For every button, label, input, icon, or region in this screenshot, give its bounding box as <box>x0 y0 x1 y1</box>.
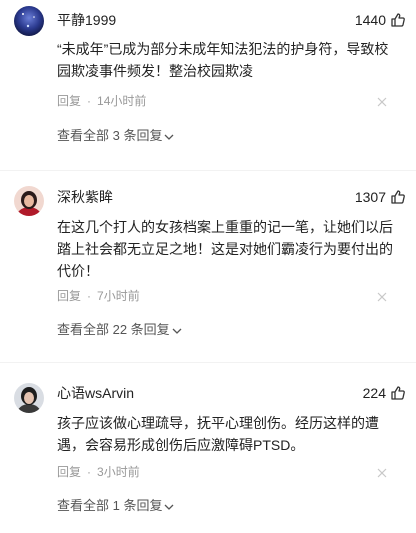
comment-meta: 回复 · 3小时前 <box>57 464 140 480</box>
chevron-down-icon <box>172 328 182 334</box>
comment-meta: 回复 · 7小时前 <box>57 288 140 304</box>
avatar[interactable] <box>14 186 44 216</box>
username[interactable]: 深秋紫眸 <box>57 187 113 207</box>
comment-item: 深秋紫眸 1307 在这几个打人的女孩档案上重重的记一笔，让她们以后踏上社会都无… <box>0 175 416 350</box>
view-replies-label: 查看全部 22 条回复 <box>57 322 170 337</box>
like-count: 1440 <box>354 12 386 28</box>
reply-button[interactable]: 回复 <box>57 289 81 303</box>
divider <box>0 170 416 171</box>
like-count: 224 <box>362 385 386 401</box>
view-replies-button[interactable]: 查看全部 22 条回复 <box>57 321 182 339</box>
close-icon[interactable] <box>377 292 387 302</box>
comment-item: 心语wsArvin 224 孩子应该做心理疏导，抚平心理创伤。经历这样的遭遇，会… <box>0 368 416 528</box>
reply-button[interactable]: 回复 <box>57 465 81 479</box>
avatar[interactable] <box>14 6 44 36</box>
chevron-down-icon <box>165 134 174 140</box>
avatar[interactable] <box>14 383 44 413</box>
comment-meta: 回复 · 14小时前 <box>57 93 146 109</box>
separator: · <box>87 289 92 303</box>
view-replies-label: 查看全部 1 条回复 <box>57 498 163 513</box>
divider <box>0 362 416 363</box>
separator: · <box>87 94 92 108</box>
comment-item: 平静1999 1440 “未成年”已成为部分未成年知法犯法的护身符，导致校园欺凌… <box>0 0 416 160</box>
comment-text: 在这几个打人的女孩档案上重重的记一笔，让她们以后踏上社会都无立足之地！这是对她们… <box>57 219 393 279</box>
comment-text: 孩子应该做心理疏导，抚平心理创伤。经历这样的遭遇，会容易形成创伤后应激障碍PTS… <box>57 415 379 453</box>
reply-button[interactable]: 回复 <box>57 94 81 108</box>
timestamp: 7小时前 <box>97 289 140 303</box>
comment-text: “未成年”已成为部分未成年知法犯法的护身符，导致校园欺凌事件频发！整治校园欺凌 <box>57 41 389 79</box>
thumbs-up-icon[interactable] <box>390 189 406 205</box>
close-icon[interactable] <box>377 97 387 107</box>
like-count: 1307 <box>354 189 386 205</box>
view-replies-button[interactable]: 查看全部 3 条回复 <box>57 127 174 145</box>
view-replies-button[interactable]: 查看全部 1 条回复 <box>57 497 174 515</box>
separator: · <box>87 465 92 479</box>
chevron-down-icon <box>165 504 174 510</box>
timestamp: 14小时前 <box>97 94 147 108</box>
view-replies-label: 查看全部 3 条回复 <box>57 128 163 143</box>
timestamp: 3小时前 <box>97 465 140 479</box>
close-icon[interactable] <box>377 468 387 478</box>
username[interactable]: 平静1999 <box>57 10 116 30</box>
thumbs-up-icon[interactable] <box>390 12 406 28</box>
username[interactable]: 心语wsArvin <box>57 383 134 403</box>
thumbs-up-icon[interactable] <box>390 385 406 401</box>
